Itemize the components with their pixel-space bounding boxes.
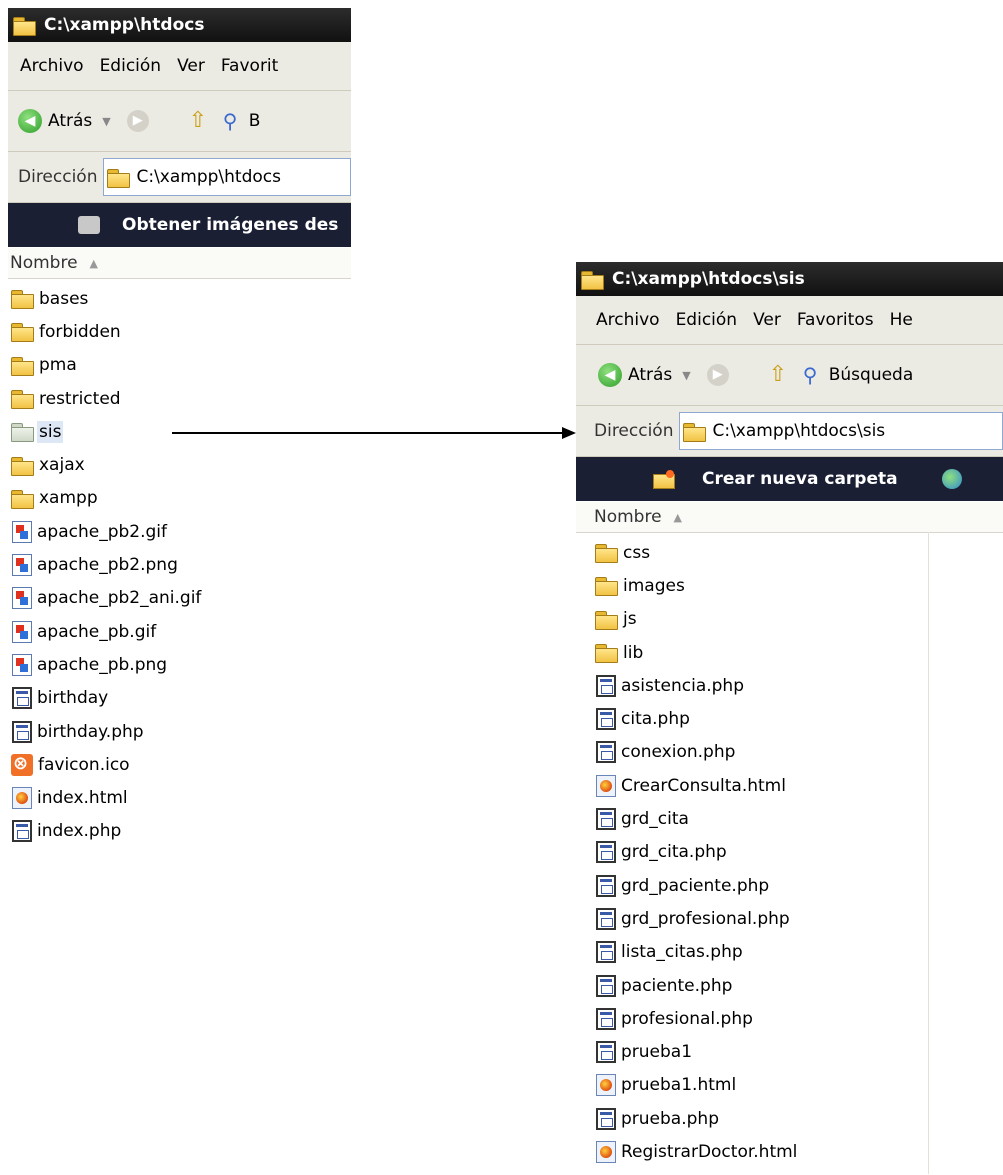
connector-arrow <box>172 427 576 439</box>
arrow-head <box>562 427 576 439</box>
